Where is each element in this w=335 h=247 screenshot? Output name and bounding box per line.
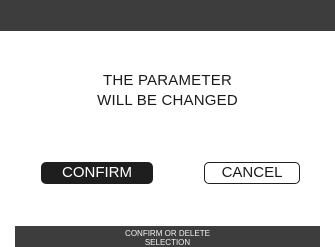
message-line-1: THE PARAMETER [102,72,232,89]
footer-hint-bar: CONFIRM OR DELETE SELECTION [15,226,320,247]
confirm-button[interactable]: CONFIRM [41,162,153,184]
message-line-2: WILL BE CHANGED [97,92,238,109]
top-bar [0,0,335,31]
footer-hint: CONFIRM OR DELETE SELECTION [125,229,210,247]
cancel-button[interactable]: CANCEL [204,162,300,184]
confirmation-screen: THE PARAMETER WILL BE CHANGED CONFIRM CA… [0,0,335,247]
dialog-panel: THE PARAMETER WILL BE CHANGED CONFIRM CA… [15,31,320,226]
dialog-message: THE PARAMETER WILL BE CHANGED [15,71,320,111]
